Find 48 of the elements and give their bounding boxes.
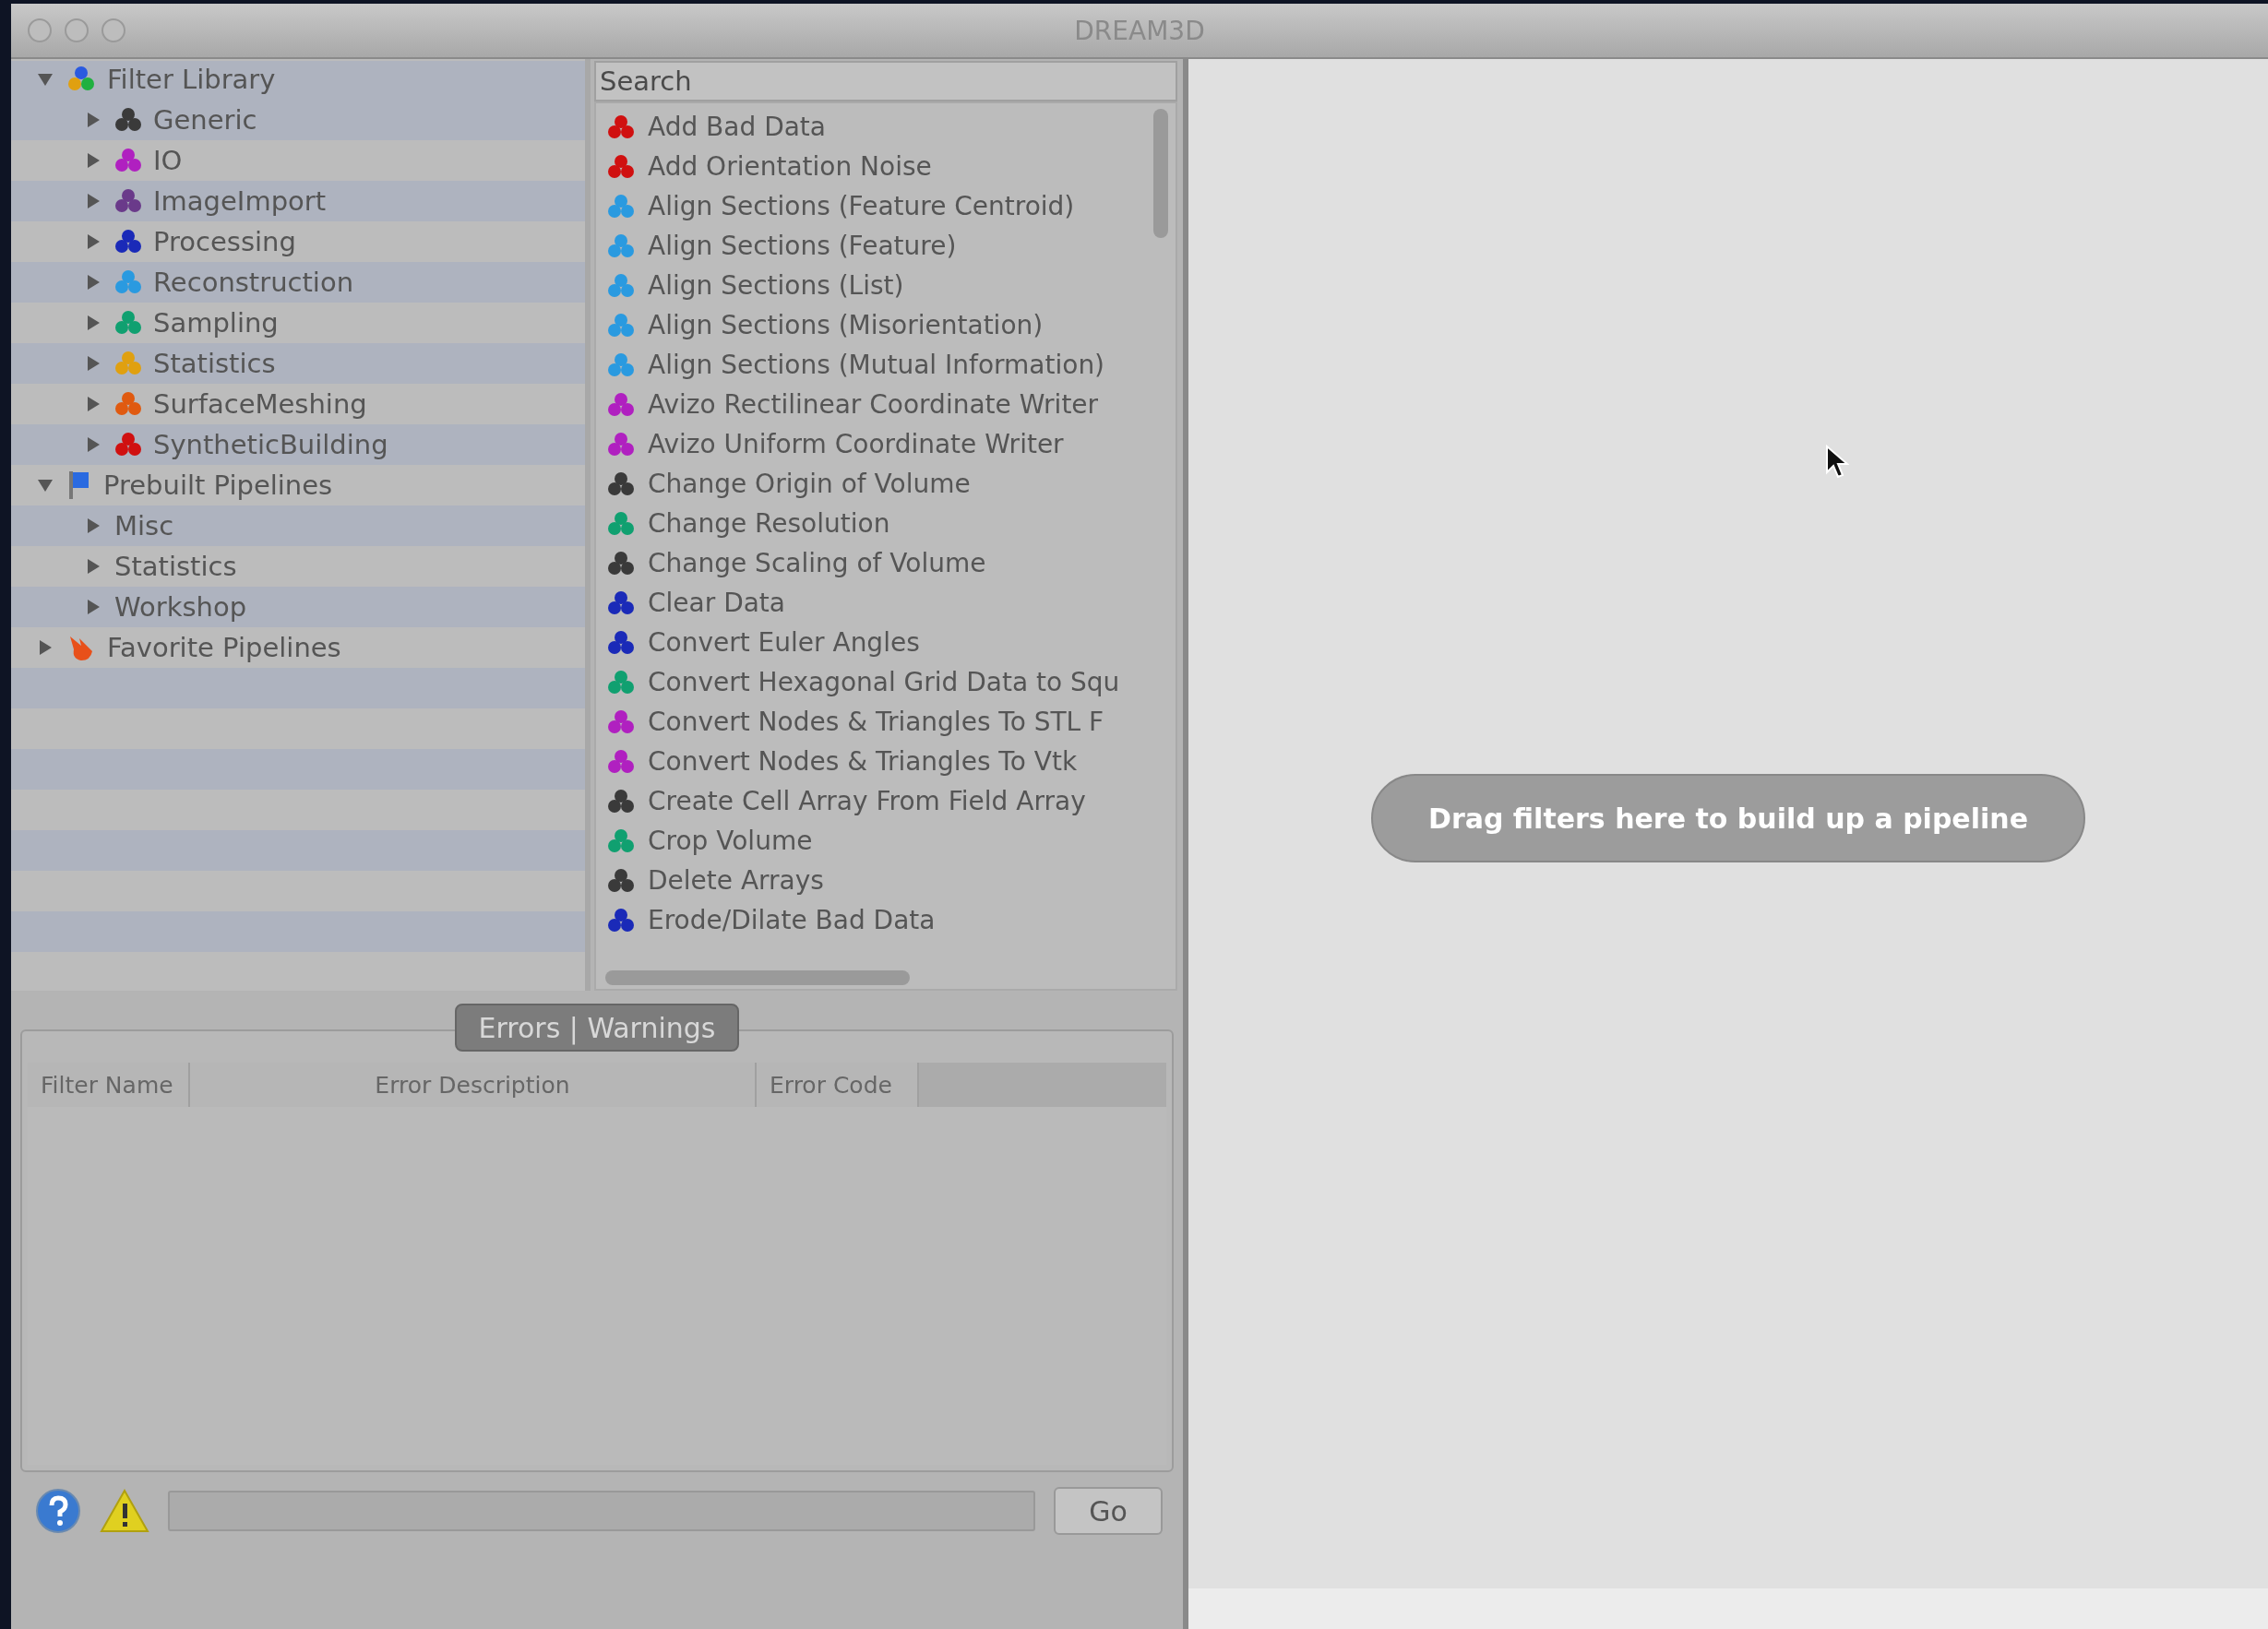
tree-item[interactable]: SyntheticBuilding	[153, 429, 388, 460]
filter-item[interactable]: Erode/Dilate Bad Data	[648, 905, 936, 935]
scrollbar-thumb[interactable]	[605, 970, 910, 985]
filter-item[interactable]: Align Sections (List)	[648, 270, 904, 301]
search-field[interactable]: Search	[594, 61, 1177, 101]
filter-item[interactable]: Add Orientation Noise	[648, 151, 932, 182]
filter-item[interactable]: Delete Arrays	[648, 865, 824, 896]
help-icon[interactable]	[35, 1488, 81, 1534]
tree-item[interactable]: Prebuilt Pipelines	[103, 470, 333, 501]
column-header[interactable]: Error Description	[190, 1063, 757, 1107]
filter-item[interactable]: Convert Hexagonal Grid Data to Squ	[648, 667, 1120, 697]
filter-item[interactable]: Align Sections (Mutual Information)	[648, 350, 1105, 380]
filter-item[interactable]: Convert Nodes & Triangles To STL F	[648, 707, 1104, 737]
column-header[interactable]: Error Code	[757, 1063, 919, 1107]
filter-item[interactable]: Create Cell Array From Field Array	[648, 786, 1086, 816]
drop-hint: Drag filters here to build up a pipeline	[1371, 774, 2085, 862]
tree-item[interactable]: Sampling	[153, 307, 279, 339]
go-button[interactable]: Go	[1054, 1487, 1163, 1535]
column-header[interactable]: Filter Name	[28, 1063, 190, 1107]
tree-item[interactable]: Filter Library	[107, 64, 276, 95]
filter-item[interactable]: Change Resolution	[648, 508, 890, 539]
scrollbar-thumb[interactable]	[1153, 109, 1168, 238]
errors-tab[interactable]: Errors | Warnings	[454, 1004, 740, 1052]
filter-item[interactable]: Align Sections (Misorientation)	[648, 310, 1044, 340]
filter-item[interactable]: Convert Euler Angles	[648, 627, 920, 658]
filter-item[interactable]: Avizo Rectilinear Coordinate Writer	[648, 389, 1099, 420]
tree-item[interactable]: Statistics	[153, 348, 276, 379]
tree-item[interactable]: ImageImport	[153, 185, 327, 217]
filter-item[interactable]: Clear Data	[648, 588, 785, 618]
warning-icon[interactable]	[100, 1489, 149, 1533]
filter-item[interactable]: Add Bad Data	[648, 112, 826, 142]
filter-item[interactable]: Align Sections (Feature Centroid)	[648, 191, 1075, 221]
filter-item[interactable]: Convert Nodes & Triangles To Vtk	[648, 746, 1078, 777]
tree-item[interactable]: Misc	[114, 510, 174, 541]
tree-item[interactable]: Generic	[153, 104, 257, 136]
tree-item[interactable]: Favorite Pipelines	[107, 632, 341, 663]
tree-item[interactable]: SurfaceMeshing	[153, 388, 367, 420]
tree-item[interactable]: Reconstruction	[153, 267, 354, 298]
tree-item[interactable]: IO	[153, 145, 183, 176]
filter-item[interactable]: Change Scaling of Volume	[648, 548, 986, 578]
cursor-icon	[1825, 445, 1849, 480]
tree-item[interactable]: Statistics	[114, 551, 237, 582]
filter-item[interactable]: Align Sections (Feature)	[648, 231, 957, 261]
tree-item[interactable]: Processing	[153, 226, 296, 257]
filter-item[interactable]: Crop Volume	[648, 826, 813, 856]
filter-item[interactable]: Avizo Uniform Coordinate Writer	[648, 429, 1064, 459]
filter-item[interactable]: Change Origin of Volume	[648, 469, 971, 499]
tree-item[interactable]: Workshop	[114, 591, 247, 623]
